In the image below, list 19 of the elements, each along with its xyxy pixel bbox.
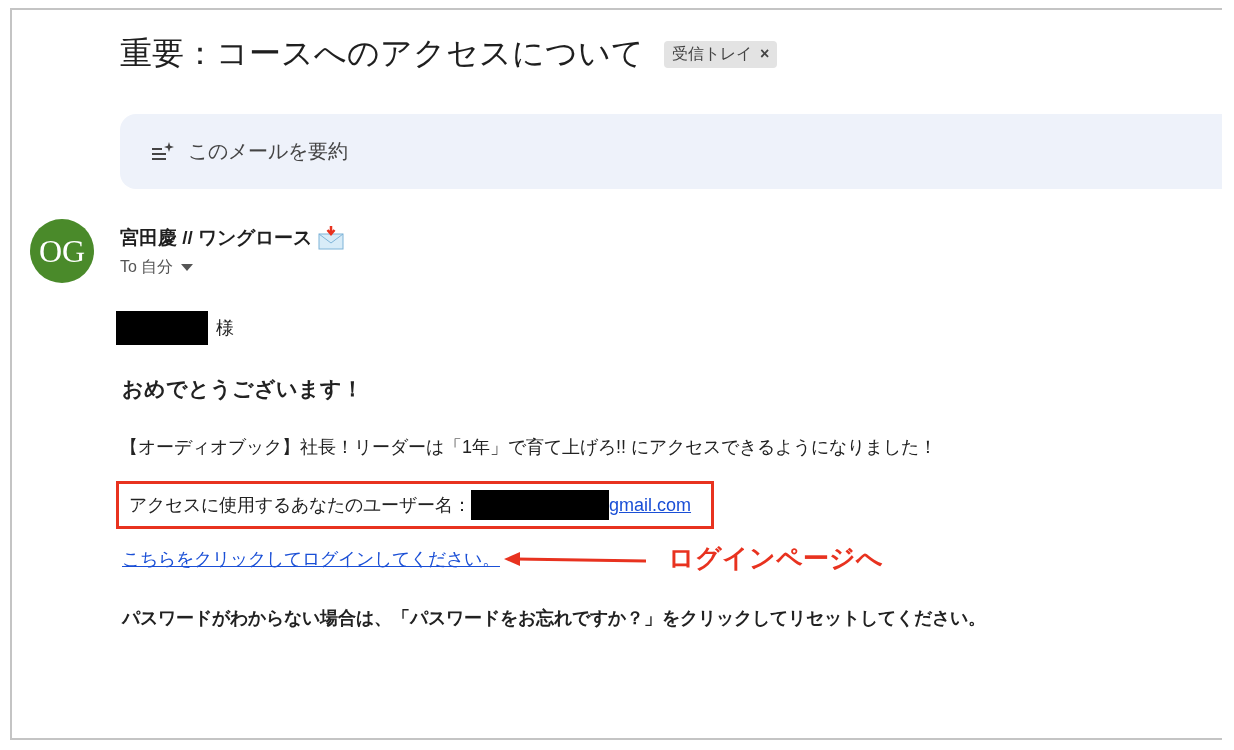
email-link[interactable]: gmail.com — [609, 494, 692, 516]
salutation: 様 — [216, 317, 234, 340]
sender-name: 宮田慶 // ワングロース — [120, 226, 313, 250]
email-subject: 重要：コースへのアクセスについて — [120, 34, 644, 73]
envelope-icon — [318, 226, 345, 250]
caret-icon — [181, 264, 194, 271]
label-chip[interactable]: 受信トレイ × — [664, 40, 778, 68]
summarize-button[interactable]: このメールを要約 — [120, 114, 1222, 189]
arrow-icon — [504, 551, 646, 566]
recipient-dropdown[interactable]: To 自分 — [120, 257, 194, 278]
greeting-text: おめでとうございます！ — [122, 376, 363, 403]
remove-label-button[interactable]: × — [760, 45, 770, 63]
login-link[interactable]: こちらをクリックしてログインしてください。 — [122, 546, 500, 571]
message-text: 【オーディオブック】社長！リーダーは「1年」で育て上げろ!! にアクセスできるようになりました！ — [120, 436, 937, 459]
password-note: パスワードがわからない場合は、「パスワードをお忘れですか？」をクリックしてリセットしてください。 — [122, 607, 986, 630]
username-label: アクセスに使用するあなたのユーザー名： — [129, 494, 471, 517]
annotation-label: ログインページへ — [668, 542, 883, 575]
sender-avatar: OG — [30, 219, 94, 283]
label-text: 受信トレイ — [672, 43, 752, 64]
